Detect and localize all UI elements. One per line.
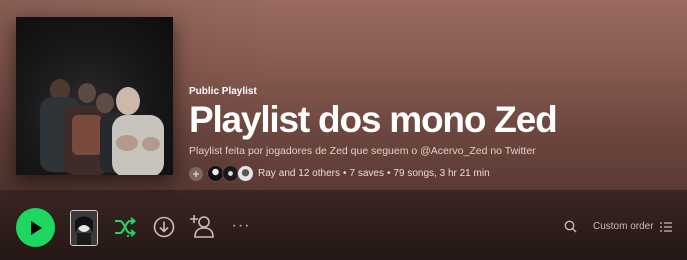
playlist-description: Playlist feita por jogadores de Zed que …: [189, 145, 536, 157]
owner-name[interactable]: Ray: [258, 168, 276, 179]
list-icon: [659, 221, 672, 232]
shuffle-icon: [115, 217, 136, 237]
download-icon: [153, 216, 175, 238]
collaborator-avatars[interactable]: [207, 165, 254, 182]
add-user-icon: [190, 215, 214, 238]
search-icon: [564, 220, 576, 232]
play-icon: [30, 220, 42, 235]
sort-order-label: Custom order: [593, 221, 654, 232]
more-options-button[interactable]: ···: [229, 216, 253, 236]
search-in-playlist-button[interactable]: [563, 219, 577, 233]
playlist-meta: Public Playlist Playlist dos mono Zed Pl…: [189, 86, 558, 182]
action-bar: ··· Custom order: [0, 190, 687, 260]
playlist-type-label: Public Playlist: [189, 86, 257, 97]
collaborators-text[interactable]: and 12 others: [279, 168, 340, 179]
playlist-title[interactable]: Playlist dos mono Zed: [189, 100, 558, 140]
download-button[interactable]: [152, 215, 176, 239]
shuffle-button[interactable]: [113, 216, 137, 238]
smart-shuffle-thumbnail[interactable]: [70, 210, 98, 246]
playlist-details: + Ray and 12 others • 7 saves • 79 songs…: [189, 165, 556, 182]
saves-count: 7 saves: [349, 168, 384, 179]
play-button[interactable]: [16, 208, 55, 247]
playlist-stats: 79 songs, 3 hr 21 min: [393, 168, 490, 179]
more-icon: ···: [231, 217, 251, 234]
separator-dot: •: [386, 168, 391, 179]
separator-dot: •: [342, 168, 347, 179]
avatar[interactable]: [237, 165, 254, 182]
plus-icon[interactable]: +: [189, 166, 203, 181]
portrait-image: [71, 211, 97, 245]
playlist-cover-image[interactable]: [16, 17, 173, 175]
sort-order-button[interactable]: Custom order: [593, 221, 672, 232]
invite-collaborator-button[interactable]: [189, 212, 215, 240]
